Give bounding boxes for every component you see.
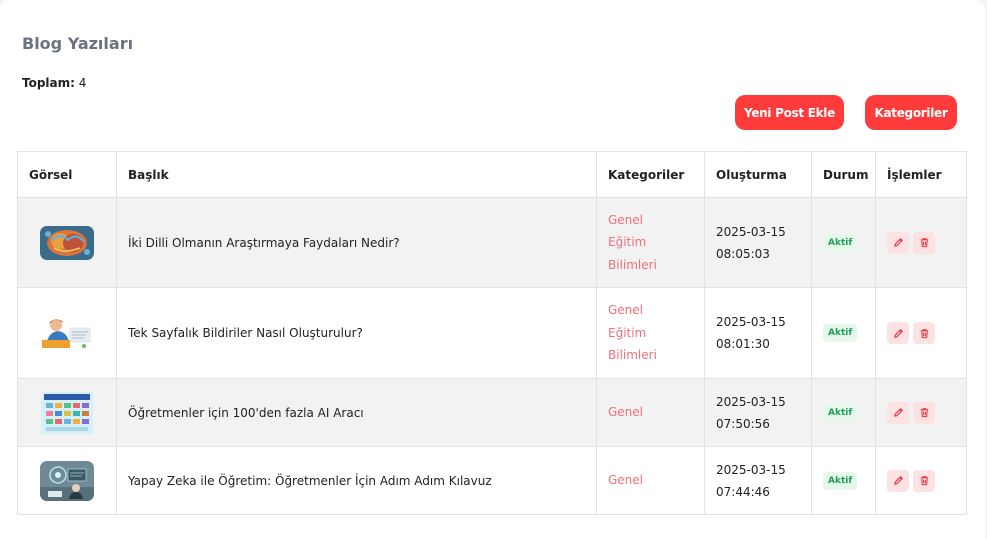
status-cell: Aktif (811, 287, 876, 379)
status-badge: Aktif (823, 471, 858, 490)
post-title-cell: İki Dilli Olmanın Araştırmaya Faydaları … (116, 197, 597, 288)
delete-button[interactable] (913, 231, 935, 254)
created-time: 07:50:56 (716, 416, 770, 431)
thumbnail-cell (17, 446, 117, 515)
status-badge: Aktif (823, 233, 858, 252)
total-count: Toplam: 4 (22, 76, 86, 90)
pencil-icon (893, 328, 903, 338)
category-tag: Genel (608, 473, 644, 488)
edit-button[interactable] (887, 469, 909, 492)
blog-posts-card: Blog Yazıları Toplam: 4 Yeni Post Ekle K… (0, 0, 985, 539)
actions-cell (875, 446, 967, 515)
trash-icon (920, 328, 928, 338)
post-title[interactable]: İki Dilli Olmanın Araştırmaya Faydaları … (128, 236, 400, 250)
post-title[interactable]: Yapay Zeka ile Öğretim: Öğretmenler İçin… (128, 474, 492, 488)
categories-cell: Genel Eğitim Bilimleri (596, 197, 705, 288)
status-badge: Aktif (823, 403, 858, 422)
actions-cell (875, 378, 967, 447)
created-time: 08:01:30 (716, 337, 770, 351)
table-row: Yapay Zeka ile Öğretim: Öğretmenler İçin… (17, 446, 967, 515)
pencil-icon (893, 476, 903, 485)
category-tag: Eğitim (608, 235, 647, 250)
edit-button[interactable] (887, 322, 909, 344)
total-label: Toplam: (22, 76, 75, 90)
thumbnail-cell (17, 197, 117, 288)
created-cell: 2025-03-15 08:01:30 (704, 287, 812, 379)
category-tag: Bilimleri (608, 348, 657, 363)
trash-icon (920, 408, 928, 418)
status-cell: Aktif (811, 378, 876, 447)
thumbnail-cell (17, 378, 117, 447)
post-title-cell: Yapay Zeka ile Öğretim: Öğretmenler İçin… (116, 446, 597, 515)
total-value: 4 (78, 76, 87, 90)
pencil-icon (893, 408, 903, 417)
category-tag: Genel (608, 303, 644, 318)
page-title: Blog Yazıları (22, 34, 134, 53)
actions-cell (875, 287, 967, 379)
header-categories: Kategoriler (596, 151, 705, 198)
created-time: 07:44:46 (716, 484, 770, 499)
category-tag: Bilimleri (608, 257, 657, 272)
created-date: 2025-03-15 (716, 315, 786, 329)
edit-button[interactable] (887, 231, 909, 254)
post-title-cell: Öğretmenler için 100'den fazla AI Aracı (116, 378, 597, 447)
header-actions: İşlemler (875, 151, 967, 198)
header-image: Görsel (17, 151, 117, 198)
category-tag: Eğitim (608, 325, 647, 340)
category-tag: Genel (608, 405, 644, 420)
status-cell: Aktif (811, 197, 876, 288)
categories-button[interactable]: Kategoriler (865, 95, 957, 130)
post-thumbnail-ai-tools[interactable] (41, 391, 93, 434)
actions-cell (875, 197, 967, 288)
categories-cell: Genel (596, 378, 705, 447)
delete-button[interactable] (913, 469, 935, 492)
created-date: 2025-03-15 (716, 462, 786, 477)
table-row: İki Dilli Olmanın Araştırmaya Faydaları … (17, 197, 967, 288)
created-date: 2025-03-15 (716, 394, 786, 409)
delete-button[interactable] (913, 322, 935, 344)
trash-icon (920, 238, 928, 248)
header-title: Başlık (116, 151, 597, 198)
created-date: 2025-03-15 (716, 224, 786, 239)
categories-cell: Genel (596, 446, 705, 515)
table-row: Öğretmenler için 100'den fazla AI Aracı … (17, 378, 967, 447)
post-title-cell: Tek Sayfalık Bildiriler Nasıl Oluşturulu… (116, 287, 597, 379)
created-cell: 2025-03-15 08:05:03 (704, 197, 812, 288)
header-status: Durum (811, 151, 876, 198)
created-cell: 2025-03-15 07:50:56 (704, 378, 812, 447)
post-thumbnail-ai-teaching[interactable] (40, 460, 94, 501)
created-time: 08:05:03 (716, 246, 770, 261)
thumbnail-cell (17, 287, 117, 379)
post-thumbnail-student[interactable] (40, 316, 94, 350)
new-post-button[interactable]: Yeni Post Ekle (735, 95, 844, 130)
post-thumbnail-brain[interactable] (40, 225, 94, 260)
table-header-row: Görsel Başlık Kategoriler Oluşturma Duru… (17, 151, 967, 198)
header-created: Oluşturma (704, 151, 812, 198)
post-title[interactable]: Tek Sayfalık Bildiriler Nasıl Oluşturulu… (128, 326, 363, 340)
trash-icon (920, 476, 928, 486)
created-cell: 2025-03-15 07:44:46 (704, 446, 812, 515)
delete-button[interactable] (913, 401, 935, 424)
category-tag: Genel (608, 212, 644, 227)
pencil-icon (893, 238, 903, 247)
status-cell: Aktif (811, 446, 876, 515)
posts-table: Görsel Başlık Kategoriler Oluşturma Duru… (17, 151, 967, 515)
post-title[interactable]: Öğretmenler için 100'den fazla AI Aracı (128, 406, 364, 420)
status-badge: Aktif (823, 324, 858, 342)
categories-cell: Genel Eğitim Bilimleri (596, 287, 705, 379)
edit-button[interactable] (887, 401, 909, 424)
table-row: Tek Sayfalık Bildiriler Nasıl Oluşturulu… (17, 287, 967, 379)
